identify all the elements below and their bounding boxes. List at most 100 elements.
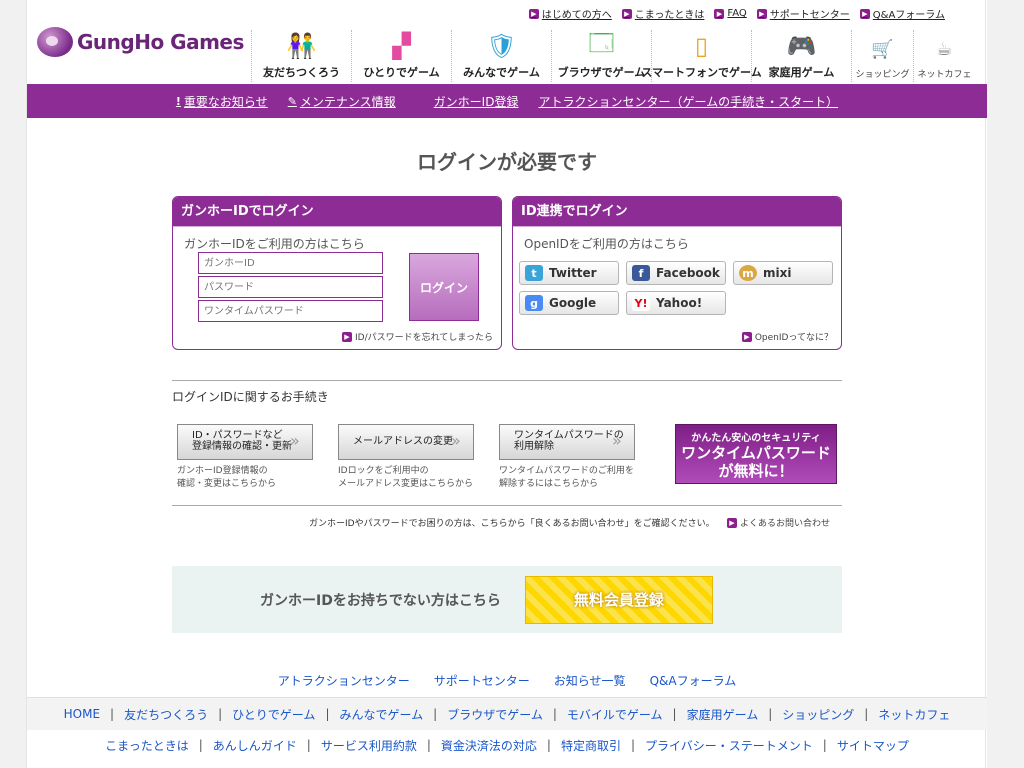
maintenance-link[interactable]: ✎ メンテナンス情報 <box>288 93 396 110</box>
page-title: ログインが必要です <box>417 150 597 174</box>
mixi-login-button[interactable]: m mixi <box>733 261 833 285</box>
twitter-icon: t <box>525 265 543 281</box>
footer-sitemap[interactable]: サイトマップ <box>837 737 909 754</box>
nav-smartphone-game[interactable]: ▯ スマートフォンでゲーム <box>641 30 762 82</box>
friends-icon: 👫 <box>286 32 317 60</box>
google-icon: g <box>525 295 543 311</box>
help-text: ガンホーIDやパスワードでお困りの方は、こちらから「良くあるお問い合わせ」をご確… <box>309 519 715 529</box>
arrow-icon: ▶ <box>859 8 870 19</box>
change-email-desc: IDロックをご利用中の メールアドレス変更はこちらから <box>338 466 474 489</box>
openid-login-header: ID連携でログイン <box>513 197 841 227</box>
blocks-icon: ▞ <box>392 32 411 60</box>
footer-nav-shopping[interactable]: ショッピング <box>782 706 854 723</box>
exclamation-icon: ! <box>175 94 181 108</box>
mixi-icon: m <box>739 265 757 281</box>
smartphone-icon: ▯ <box>694 32 709 60</box>
right-margin <box>987 0 1024 768</box>
nav-net-cafe[interactable]: ☕ ネットカフェ <box>913 30 975 82</box>
register-banner: ガンホーIDをお持ちでない方はこちら 無料会員登録 <box>172 566 842 633</box>
footer-link-support[interactable]: サポートセンター <box>434 672 530 689</box>
footer-nav-home[interactable]: HOME <box>64 707 100 721</box>
gungho-id-input[interactable] <box>198 252 383 274</box>
openid-login-sub: OpenIDをご利用の方はこちら <box>524 237 689 251</box>
utility-nav: ▶ はじめての方へ ▶ こまったときは ▶ FAQ ▶ サポートセンター ▶ Q&Aフォー… <box>528 6 945 21</box>
login-button[interactable]: ログイン <box>409 253 479 321</box>
footer-site-nav: HOME | 友だちつくろう | ひとりでゲーム | みんなでゲーム | ブラウザでゲー… <box>27 697 987 730</box>
gungho-id-login-box: ガンホーIDでログイン ガンホーIDをご利用の方はこちら ログイン ▶ID/パス… <box>172 196 502 350</box>
footer-link-forum[interactable]: Q&Aフォーラム <box>650 672 737 689</box>
footer-nav-console[interactable]: 家庭用ゲーム <box>687 706 759 723</box>
yahoo-icon: Y! <box>632 295 650 311</box>
change-email-button[interactable]: メールアドレスの変更» <box>338 424 474 460</box>
footer-terms[interactable]: サービス利用約款 <box>321 737 417 754</box>
util-link-beginners[interactable]: ▶ はじめての方へ <box>528 6 612 21</box>
free-register-button[interactable]: 無料会員登録 <box>524 575 713 624</box>
util-link-support[interactable]: ▶ サポートセンター <box>756 6 850 21</box>
footer-links-primary: アトラクションセンター サポートセンター お知らせ一覧 Q&Aフォーラム <box>27 672 987 689</box>
attraction-center-link[interactable]: アトラクションセンター（ゲームの手続き・スタート） <box>538 93 838 110</box>
footer-nav-friends[interactable]: 友だちつくろう <box>124 706 208 723</box>
footer-info-links: こまったときは | あんしんガイド | サービス利用約款 | 資金決済法の対応 | 特定… <box>105 737 909 754</box>
openid-login-box: ID連携でログイン OpenIDをご利用の方はこちら t Twitter f Fac… <box>512 196 842 350</box>
arrow-icon: ▶ <box>621 8 632 19</box>
gungho-id-login-header: ガンホーIDでログイン <box>173 197 501 227</box>
onetime-password-cancel-button[interactable]: ワンタイムパスワードの 利用解除» <box>499 424 635 460</box>
footer-link-attraction[interactable]: アトラクションセンター <box>278 672 410 689</box>
footer-link-news[interactable]: お知らせ一覧 <box>554 672 626 689</box>
page-container: ▶ はじめての方へ ▶ こまったときは ▶ FAQ ▶ サポートセンター ▶ Q&Aフォー… <box>26 0 987 768</box>
nav-shopping[interactable]: 🛒 ショッピング <box>851 30 913 82</box>
procedures-title: ログインIDに関するお手続き <box>172 390 329 404</box>
twitter-login-button[interactable]: t Twitter <box>519 261 619 285</box>
nav-multi-game[interactable]: 🛡 みんなでゲーム <box>451 30 551 82</box>
arrow-icon: ▶ <box>756 8 767 19</box>
forgot-password-link[interactable]: ▶ ID/パスワードを忘れてしまったら <box>342 330 493 343</box>
update-info-button[interactable]: ID・パスワードなど 登録情報の確認・更新» <box>177 424 313 460</box>
footer-safety-guide[interactable]: あんしんガイド <box>213 737 297 754</box>
util-link-faq[interactable]: ▶ FAQ <box>714 6 747 21</box>
footer-nav-multi[interactable]: みんなでゲーム <box>339 706 423 723</box>
arrow-icon: ▶ <box>741 331 752 342</box>
footer-commerce-law[interactable]: 特定商取引 <box>561 737 621 754</box>
password-input[interactable] <box>198 276 383 298</box>
footer-nav-solo[interactable]: ひとりでゲーム <box>232 706 315 723</box>
arrow-icon: ▶ <box>727 517 737 528</box>
yahoo-login-button[interactable]: Y! Yahoo! <box>626 291 726 315</box>
faq-link[interactable]: ▶ よくあるお問い合わせ <box>727 516 830 529</box>
arrow-icon: ▶ <box>528 8 539 19</box>
gungho-logo[interactable]: GungHo Games <box>37 27 244 57</box>
facebook-icon: f <box>632 265 650 281</box>
gungho-id-login-sub: ガンホーIDをご利用の方はこちら <box>184 237 365 251</box>
onetime-password-promo-banner[interactable]: かんたん安心のセキュリティ ワンタイムパスワード が無料に！ <box>675 424 837 484</box>
what-is-openid-link[interactable]: ▶ OpenIDってなに？ <box>741 330 833 343</box>
arrow-icon: ▶ <box>714 8 725 19</box>
google-login-button[interactable]: g Google <box>519 291 619 315</box>
footer-trouble[interactable]: こまったときは <box>105 737 189 754</box>
nav-browser-game[interactable]: 🗔 ブラウザでゲーム <box>551 28 651 82</box>
sword-shield-icon: 🛡 <box>486 32 517 60</box>
onetime-password-cancel-desc: ワンタイムパスワードのご利用を 解除するにはこちらから <box>499 466 634 489</box>
nav-solo-game[interactable]: ▞ ひとりでゲーム <box>351 30 451 82</box>
important-notice-link[interactable]: ! 重要なお知らせ <box>176 93 268 110</box>
footer-privacy[interactable]: プライバシー・ステートメント <box>645 737 813 754</box>
browser-icon: 🗔 <box>588 28 615 57</box>
footer-nav-browser[interactable]: ブラウザでゲーム <box>447 706 543 723</box>
chevron-right-icon: » <box>612 431 622 450</box>
cart-icon: 🛒 <box>871 38 894 60</box>
facebook-login-button[interactable]: f Facebook <box>626 261 726 285</box>
footer-nav-mobile[interactable]: モバイルでゲーム <box>567 706 663 723</box>
left-margin <box>0 0 26 768</box>
footer-payment-act[interactable]: 資金決済法の対応 <box>441 737 537 754</box>
util-link-forum[interactable]: ▶ Q&Aフォーラム <box>859 6 945 21</box>
nav-console-game[interactable]: 🎮 家庭用ゲーム <box>751 30 851 82</box>
register-text: ガンホーIDをお持ちでない方はこちら <box>260 592 501 609</box>
chevron-right-icon: » <box>451 431 461 450</box>
arrow-icon: ▶ <box>342 331 352 342</box>
nav-friends[interactable]: 👫 友だちつくろう <box>251 30 351 82</box>
id-register-link[interactable]: ガンホーID登録 <box>434 93 519 110</box>
onetime-password-input[interactable] <box>198 300 383 322</box>
coffee-icon: ☕ <box>936 38 953 60</box>
footer-nav-netcafe[interactable]: ネットカフェ <box>878 706 950 723</box>
util-link-trouble[interactable]: ▶ こまったときは <box>621 6 704 21</box>
purple-bar: ! 重要なお知らせ ✎ メンテナンス情報 ガンホーID登録 アトラクションセンター（… <box>27 84 987 118</box>
gamepad-icon: 🎮 <box>786 32 817 60</box>
